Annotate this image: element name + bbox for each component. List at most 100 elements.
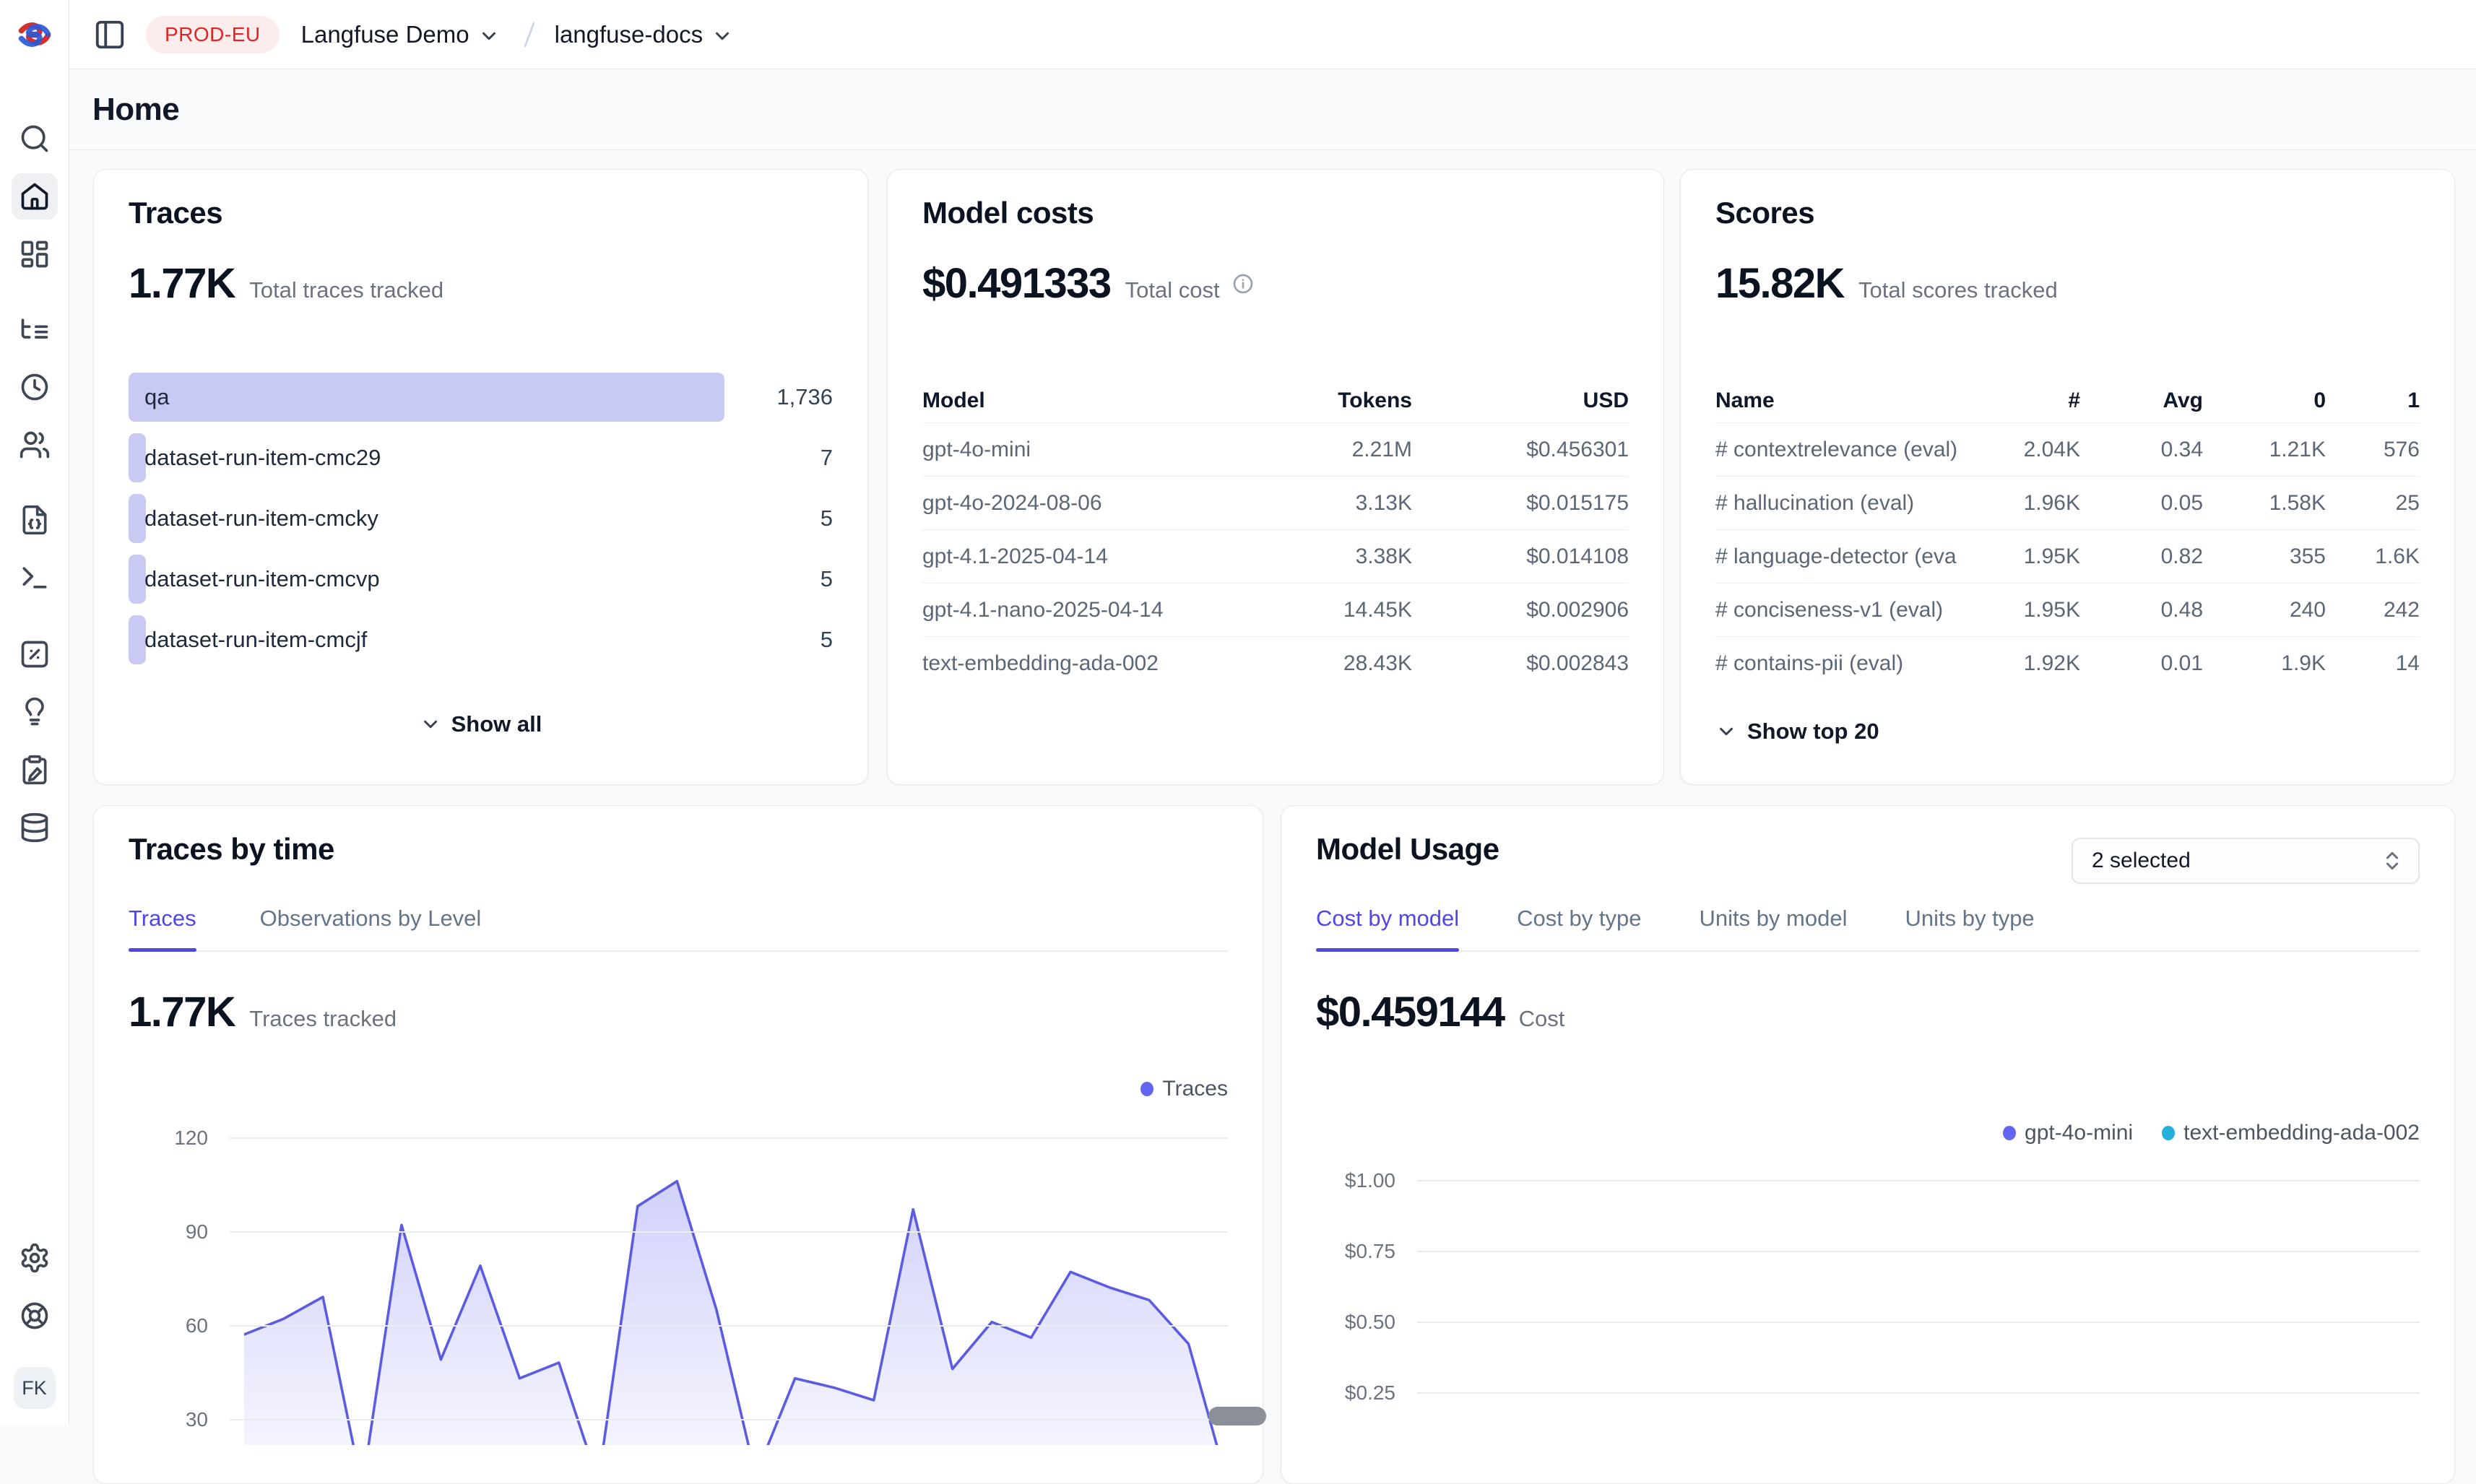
legend-dot-icon [2162,1126,2175,1140]
bar-value: 7 [821,445,833,471]
bar-fill [129,615,146,664]
show-all-label: Show all [451,711,542,737]
table-row[interactable]: # language-detector (eval)1.95K0.823551.… [1715,529,2420,583]
gridline [1417,1180,2420,1181]
table-row[interactable]: # contextrelevance (eval)2.04K0.341.21K5… [1715,422,2420,476]
project-switcher[interactable]: langfuse-docs [555,21,733,48]
column-header: Avg [2080,389,2203,413]
table-row[interactable]: gpt-4o-mini2.21M$0.456301 [922,422,1629,476]
trace-bar-row[interactable]: dataset-run-item-cmcjf5 [129,615,833,664]
scores-table: Name#Avg01# contextrelevance (eval)2.04K… [1715,379,2420,690]
search-icon[interactable] [12,116,58,162]
column-header: Tokens [1195,389,1412,413]
row-value: 576 [2326,438,2420,462]
table-row[interactable]: gpt-4.1-2025-04-143.38K$0.014108 [922,529,1629,583]
row-value: $0.456301 [1412,438,1629,462]
table-header-row: ModelTokensUSD [922,379,1629,422]
trace-bar-row[interactable]: qa 1,736 [129,373,833,422]
axis-tick-label: $0.50 [1316,1311,1395,1334]
horizontal-scrollbar-thumb[interactable] [1208,1407,1266,1426]
row-label: # language-detector (eval) [1715,544,1957,569]
page-title: Home [92,92,179,128]
column-header: USD [1412,389,1629,413]
dashboards-icon[interactable] [12,231,58,277]
tab-traces[interactable]: Traces [129,906,196,950]
langfuse-logo-icon[interactable] [16,16,53,53]
users-icon[interactable] [12,422,58,468]
avatar[interactable]: FK [14,1367,56,1409]
table-row[interactable]: text-embedding-ada-00228.43K$0.002843 [922,636,1629,690]
row-value: $0.002906 [1412,598,1629,622]
gridline [230,1137,1228,1139]
annotation-clipboard-icon[interactable] [12,747,58,793]
tab-units-by-model[interactable]: Units by model [1699,906,1847,950]
row-value: 25 [2326,491,2420,516]
show-all-button[interactable]: Show all [420,711,542,737]
settings-gear-icon[interactable] [12,1235,58,1281]
environment-badge[interactable]: PROD-EU [146,16,280,53]
prompts-file-icon[interactable] [12,497,58,543]
row-value: 2.04K [1957,438,2080,462]
card-title: Traces by time [129,832,334,867]
trace-bar-row[interactable]: dataset-run-item-cmcky5 [129,494,833,543]
row-label: gpt-4.1-2025-04-14 [922,544,1195,569]
support-lifebuoy-icon[interactable] [12,1293,58,1339]
info-icon[interactable] [1231,272,1255,295]
axis-tick-label: 90 [129,1220,208,1244]
row-label: text-embedding-ada-002 [922,651,1195,676]
table-row[interactable]: gpt-4o-2024-08-063.13K$0.015175 [922,476,1629,529]
axis-tick-label: 30 [129,1408,208,1431]
evaluation-percent-icon[interactable] [12,631,58,677]
sessions-clock-icon[interactable] [12,364,58,410]
column-header: # [1957,389,2080,413]
breadcrumb-slash-icon [519,19,540,51]
row-value: 1.58K [2203,491,2326,516]
trace-bar-row[interactable]: dataset-run-item-cmcvp5 [129,555,833,604]
tab-cost-by-type[interactable]: Cost by type [1517,906,1641,950]
scores-metric: 15.82K Total scores tracked [1715,259,2058,308]
row-value: 1.95K [1957,598,2080,622]
traces-bar-list: qa 1,736 dataset-run-item-cmc297 dataset-ru… [129,373,833,676]
tracing-tree-icon[interactable] [12,306,58,352]
row-value: 0.05 [2080,491,2203,516]
home-icon[interactable] [12,173,58,220]
row-label: # hallucination (eval) [1715,491,1957,516]
table-row[interactable]: # contains-pii (eval)1.92K0.011.9K14 [1715,636,2420,690]
card-title: Model Usage [1316,832,1499,867]
bar-value: 1,736 [776,384,833,410]
chevrons-up-down-icon [2381,849,2404,872]
legend-item-traces: Traces [1140,1077,1228,1101]
row-value: 355 [2203,544,2326,569]
row-value: 1.95K [1957,544,2080,569]
row-value: 0.82 [2080,544,2203,569]
tab-observations-by-level[interactable]: Observations by Level [260,906,482,950]
row-value: 1.9K [2203,651,2326,676]
bar-label: dataset-run-item-cmcky [144,505,378,531]
axis-tick-label: 120 [129,1127,208,1150]
bar-fill [129,433,146,482]
lightbulb-icon[interactable] [12,689,58,735]
bar-label: qa [144,384,169,410]
row-value: 0.34 [2080,438,2203,462]
show-top-20-button[interactable]: Show top 20 [1715,719,1879,745]
metric-label: Total cost [1125,277,1220,303]
trace-bar-row[interactable]: dataset-run-item-cmc297 [129,433,833,482]
model-usage-tabs: Cost by model Cost by type Units by mode… [1316,906,2420,952]
tab-units-by-type[interactable]: Units by type [1905,906,2034,950]
legend-dot-icon [1140,1082,1153,1096]
traces-area-chart: 120906030 [129,1106,1228,1445]
table-row[interactable]: # conciseness-v1 (eval)1.95K0.48240242 [1715,583,2420,636]
sidebar-toggle-icon[interactable] [92,17,127,52]
chevron-down-icon [478,25,500,47]
gridline [1417,1251,2420,1252]
table-row[interactable]: # hallucination (eval)1.96K0.051.58K25 [1715,476,2420,529]
datasets-database-icon[interactable] [12,804,58,851]
table-row[interactable]: gpt-4.1-nano-2025-04-1414.45K$0.002906 [922,583,1629,636]
model-select[interactable]: 2 selected [2072,838,2420,884]
playground-terminal-icon[interactable] [12,555,58,601]
card-title: Model costs [922,196,1094,230]
legend-label: gpt-4o-mini [2025,1121,2133,1145]
tab-cost-by-model[interactable]: Cost by model [1316,906,1459,950]
legend-item-gpt-4o-mini: gpt-4o-mini [2003,1121,2133,1145]
org-switcher[interactable]: Langfuse Demo [301,21,500,48]
